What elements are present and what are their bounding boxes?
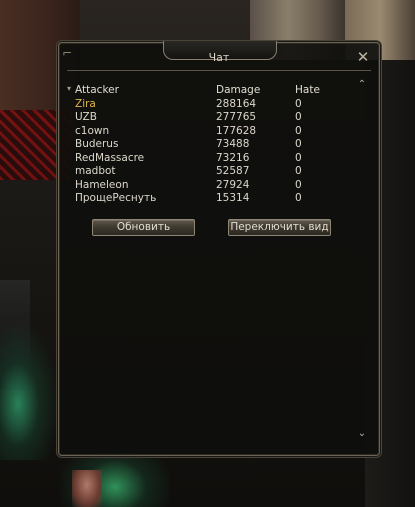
toggle-view-button[interactable]: Переключить вид <box>228 219 331 236</box>
table-row[interactable]: Hameleon 27924 0 <box>75 179 355 193</box>
table-row[interactable]: c1own 177628 0 <box>75 125 355 139</box>
table-row[interactable]: madbot 52587 0 <box>75 165 355 179</box>
header-attacker[interactable]: Attacker <box>75 84 119 96</box>
title-divider <box>67 70 371 71</box>
attacker-name: Hameleon <box>75 178 129 191</box>
attacker-name: c1own <box>75 124 110 137</box>
attacker-name: ПрощеРеснуть <box>75 192 157 204</box>
window-title: Чат <box>208 51 230 64</box>
table-row[interactable]: Buderus 73488 0 <box>75 138 355 152</box>
table-row[interactable]: ПрощеРеснуть 15314 0 <box>75 192 355 206</box>
table-row[interactable]: RedMassacre 73216 0 <box>75 152 355 166</box>
damage-value: 15314 <box>216 192 250 204</box>
damage-value: 27924 <box>216 178 250 191</box>
damage-value: 73488 <box>216 138 250 150</box>
header-hate[interactable]: Hate <box>295 84 320 96</box>
table-row[interactable]: Zira 288164 0 <box>75 98 355 112</box>
hate-value: 0 <box>295 97 302 110</box>
attacker-name: UZB <box>75 111 97 123</box>
hate-value: 0 <box>295 111 302 123</box>
scene-character-bottom <box>72 470 102 507</box>
window-titlebar[interactable]: Чат ✕ <box>59 41 379 73</box>
sort-indicator-icon: ▾ <box>67 84 72 93</box>
scroll-down-icon[interactable]: ⌄ <box>357 429 367 439</box>
refresh-button[interactable]: Обновить <box>92 219 195 236</box>
corner-ornament-icon: ⌐ <box>62 46 73 60</box>
attacker-name: Buderus <box>75 138 119 150</box>
hate-value: 0 <box>295 192 302 204</box>
hate-value: 0 <box>295 165 302 177</box>
damage-table: Attacker Damage Hate Zira 288164 0 UZB 2… <box>75 84 355 206</box>
header-damage[interactable]: Damage <box>216 84 260 96</box>
attacker-name: madbot <box>75 165 116 177</box>
attacker-name: Zira <box>75 97 96 110</box>
damage-value: 177628 <box>216 124 257 137</box>
damage-value: 73216 <box>216 151 250 164</box>
scene-green-glow-left <box>0 320 60 460</box>
scroll-up-icon[interactable]: ⌃ <box>357 80 367 90</box>
chat-window: Чат ✕ ⌐ ▾ Attacker Damage Hate Zira 2881… <box>58 41 380 456</box>
damage-value: 277765 <box>216 111 257 123</box>
hate-value: 0 <box>295 124 302 137</box>
hate-value: 0 <box>295 151 302 164</box>
table-row[interactable]: UZB 277765 0 <box>75 111 355 125</box>
attacker-name: RedMassacre <box>75 151 145 164</box>
table-header: Attacker Damage Hate <box>75 84 355 98</box>
damage-value: 52587 <box>216 165 250 177</box>
hate-value: 0 <box>295 138 302 150</box>
hate-value: 0 <box>295 178 302 191</box>
close-icon[interactable]: ✕ <box>355 49 371 65</box>
damage-value: 288164 <box>216 97 257 110</box>
